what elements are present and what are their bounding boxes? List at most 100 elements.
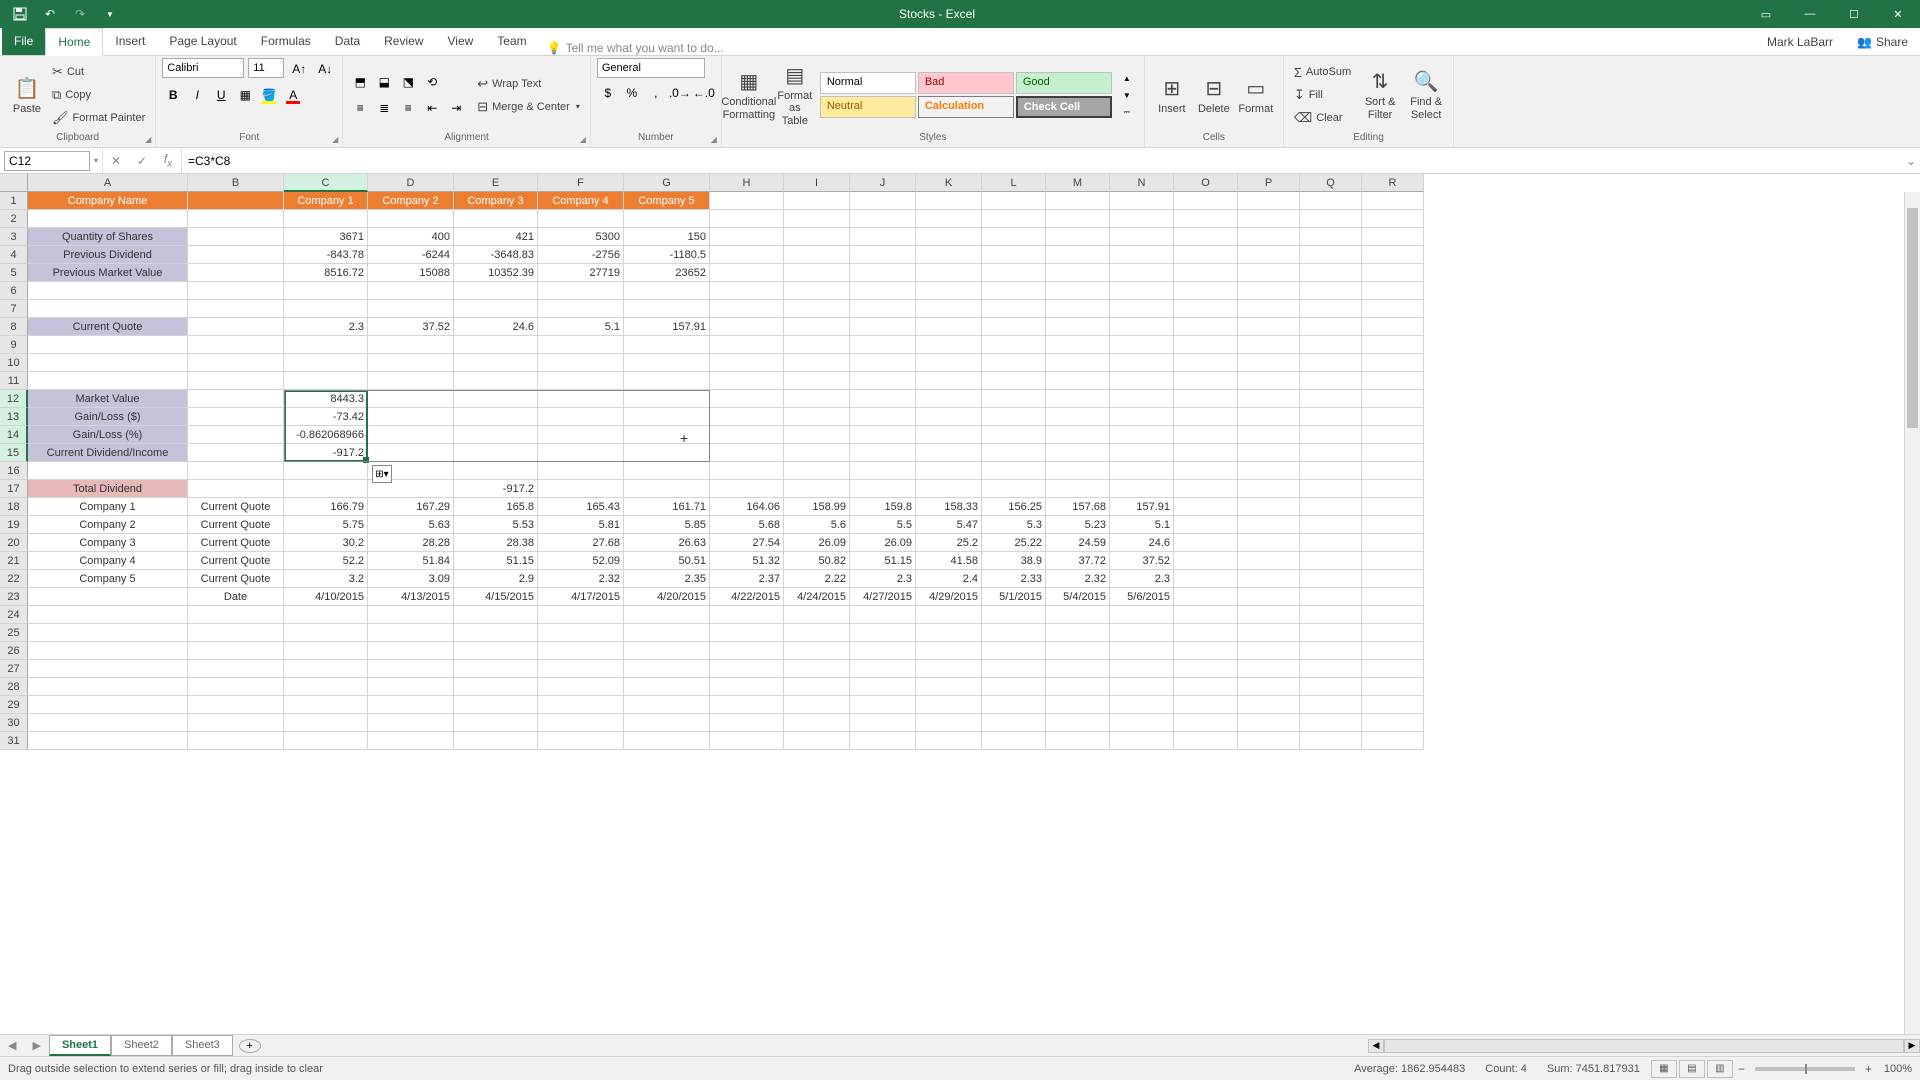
cell[interactable]: 27719 — [538, 264, 624, 282]
cell[interactable] — [454, 300, 538, 318]
cell[interactable] — [850, 354, 916, 372]
cell[interactable] — [454, 426, 538, 444]
style-good[interactable]: Good — [1016, 72, 1112, 94]
cell[interactable] — [982, 678, 1046, 696]
cell[interactable] — [1238, 570, 1300, 588]
cell[interactable] — [1300, 624, 1362, 642]
cell[interactable] — [850, 660, 916, 678]
cell[interactable] — [1174, 390, 1238, 408]
row-header[interactable]: 25 — [0, 624, 28, 642]
cell[interactable] — [916, 426, 982, 444]
cell[interactable] — [1110, 444, 1174, 462]
increase-indent-icon[interactable]: ⇥ — [445, 97, 467, 119]
cell[interactable] — [188, 354, 284, 372]
cell[interactable] — [28, 588, 188, 606]
cell[interactable] — [1046, 390, 1110, 408]
cell[interactable] — [1300, 336, 1362, 354]
cell[interactable] — [1362, 336, 1424, 354]
cell[interactable] — [1300, 426, 1362, 444]
cell[interactable] — [784, 372, 850, 390]
cell[interactable] — [850, 372, 916, 390]
merge-center-button[interactable]: ⊟Merge & Center▾ — [473, 96, 584, 118]
cell[interactable]: 2.37 — [710, 570, 784, 588]
column-header[interactable]: E — [454, 174, 538, 192]
cell[interactable] — [1362, 660, 1424, 678]
cell[interactable] — [1174, 696, 1238, 714]
cell[interactable] — [1362, 624, 1424, 642]
cell[interactable]: Previous Dividend — [28, 246, 188, 264]
scroll-thumb[interactable] — [1907, 208, 1918, 428]
cell[interactable] — [1362, 246, 1424, 264]
cell[interactable]: 5.1 — [538, 318, 624, 336]
cell[interactable] — [1362, 678, 1424, 696]
cell[interactable] — [1300, 390, 1362, 408]
cell[interactable] — [916, 660, 982, 678]
cell[interactable] — [784, 444, 850, 462]
cell[interactable] — [454, 282, 538, 300]
cell[interactable] — [1238, 264, 1300, 282]
cell[interactable]: 4/15/2015 — [454, 588, 538, 606]
cell[interactable] — [982, 426, 1046, 444]
row-header[interactable]: 5 — [0, 264, 28, 282]
cell[interactable]: Quantity of Shares — [28, 228, 188, 246]
autosum-button[interactable]: ΣAutoSum — [1290, 61, 1355, 83]
cell[interactable] — [1300, 192, 1362, 210]
cell[interactable] — [784, 408, 850, 426]
cell[interactable] — [1238, 642, 1300, 660]
tab-formulas[interactable]: Formulas — [249, 28, 323, 55]
cell[interactable] — [710, 264, 784, 282]
cell[interactable] — [1300, 408, 1362, 426]
cell[interactable] — [1174, 534, 1238, 552]
cell[interactable] — [188, 696, 284, 714]
cell[interactable] — [1300, 516, 1362, 534]
cell[interactable] — [368, 354, 454, 372]
cell[interactable]: Current Quote — [188, 516, 284, 534]
cell[interactable] — [916, 624, 982, 642]
cell[interactable] — [368, 408, 454, 426]
style-calculation[interactable]: Calculation — [918, 96, 1014, 118]
cell[interactable] — [916, 480, 982, 498]
cell[interactable] — [1174, 516, 1238, 534]
cell[interactable] — [1110, 696, 1174, 714]
cell[interactable] — [1046, 624, 1110, 642]
cell[interactable] — [1174, 336, 1238, 354]
cell[interactable] — [1238, 210, 1300, 228]
cell[interactable] — [850, 480, 916, 498]
cell[interactable] — [1110, 624, 1174, 642]
cell[interactable]: 5.6 — [784, 516, 850, 534]
cell[interactable] — [916, 192, 982, 210]
cell[interactable] — [28, 660, 188, 678]
row-header[interactable]: 11 — [0, 372, 28, 390]
cell[interactable]: 26.09 — [784, 534, 850, 552]
sheet-nav-next-icon[interactable]: ▶ — [24, 1039, 48, 1052]
cell[interactable]: 158.99 — [784, 498, 850, 516]
column-header[interactable]: R — [1362, 174, 1424, 192]
cell[interactable]: 4/29/2015 — [916, 588, 982, 606]
cell[interactable] — [710, 300, 784, 318]
cell[interactable] — [454, 336, 538, 354]
cell[interactable] — [850, 696, 916, 714]
cell[interactable] — [188, 408, 284, 426]
cell[interactable] — [1362, 516, 1424, 534]
cell[interactable] — [784, 660, 850, 678]
row-header[interactable]: 13 — [0, 408, 28, 426]
cell[interactable] — [982, 210, 1046, 228]
cell[interactable]: 158.33 — [916, 498, 982, 516]
cell[interactable] — [1300, 372, 1362, 390]
cell[interactable]: Total Dividend — [28, 480, 188, 498]
ribbon-options-icon[interactable]: ▭ — [1744, 0, 1788, 28]
underline-button[interactable]: U — [210, 84, 232, 106]
paste-button[interactable]: 📋 Paste — [6, 74, 48, 117]
row-header[interactable]: 9 — [0, 336, 28, 354]
cell[interactable] — [188, 390, 284, 408]
cell[interactable] — [1110, 336, 1174, 354]
dialog-launcher-icon[interactable]: ◢ — [145, 135, 151, 144]
font-size-input[interactable] — [248, 58, 284, 78]
cell[interactable] — [784, 714, 850, 732]
cell[interactable] — [284, 480, 368, 498]
cell[interactable] — [1174, 246, 1238, 264]
row-header[interactable]: 23 — [0, 588, 28, 606]
qat-customize-icon[interactable]: ▼ — [96, 2, 124, 26]
cell[interactable] — [284, 624, 368, 642]
cell[interactable] — [454, 462, 538, 480]
